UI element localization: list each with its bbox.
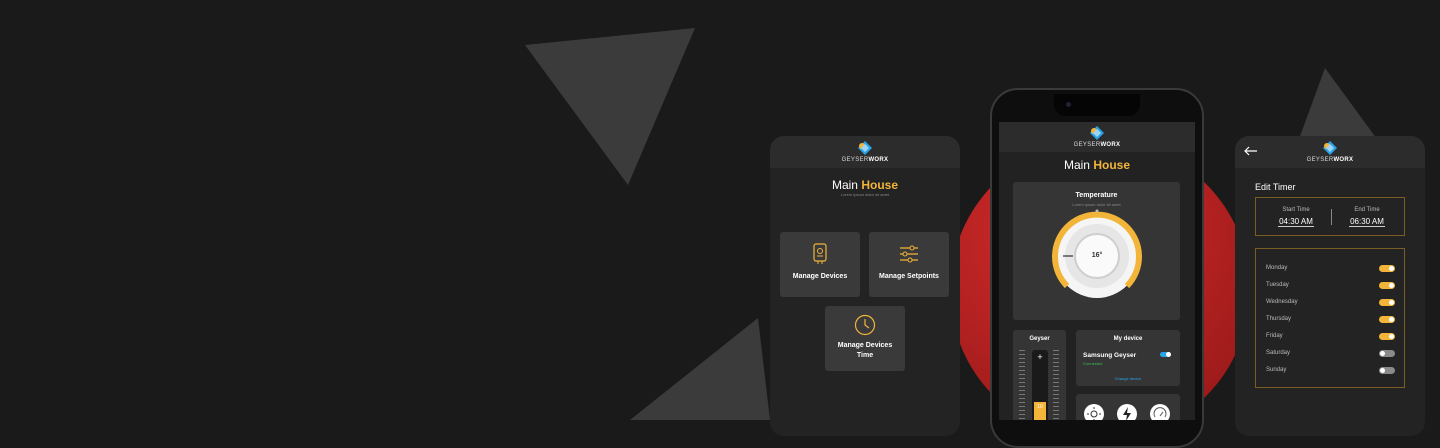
toggle-knob (1389, 317, 1394, 322)
toggle-knob (1380, 368, 1385, 373)
toggle-knob (1166, 352, 1171, 357)
change-device-link[interactable]: Change device (1076, 376, 1180, 381)
manage-setpoints-card[interactable]: Manage Setpoints (869, 232, 949, 297)
page-subtitle: Lorem ipsum dolor sit amet (840, 192, 890, 197)
day-label: Friday (1266, 333, 1283, 339)
logo-text-light: GEYSER (1073, 142, 1101, 148)
title-main: Main (1063, 158, 1090, 172)
manage-devices-time-label-1: Manage Devices (837, 342, 893, 349)
manage-devices-label: Manage Devices (792, 273, 848, 280)
quick-actions-panel (1076, 394, 1180, 420)
day-toggle[interactable] (1379, 316, 1395, 323)
temperature-value: 16° (1091, 252, 1103, 259)
logo-text-light: GEYSER (841, 157, 869, 163)
toggle-knob (1389, 334, 1394, 339)
device-name: Samsung Geyser (1083, 352, 1137, 359)
water-heater-icon (813, 243, 827, 264)
geyser-plus-button[interactable]: + (1032, 352, 1048, 362)
day-label: Wednesday (1266, 299, 1298, 305)
logo-text-bold: WORX (1333, 157, 1354, 163)
logo-text-bold: WORX (1100, 142, 1121, 148)
day-label: Sunday (1266, 367, 1287, 373)
day-toggle[interactable] (1379, 367, 1395, 374)
right-phone-screen: GEYSERWORX Edit Timer Start Time 04:30 A… (1235, 136, 1425, 436)
app-logo: GEYSERWORX (999, 125, 1195, 148)
sun-icon (1087, 407, 1101, 420)
my-device-panel: My device Samsung Geyser Connected Chang… (1076, 330, 1180, 386)
device-status: Connected (1083, 361, 1103, 366)
end-time-label: End Time (1354, 207, 1380, 213)
my-device-label: My device (1113, 336, 1143, 342)
background-triangle-bottom (630, 318, 770, 420)
toggle-knob (1380, 351, 1385, 356)
manage-setpoints-label: Manage Setpoints (879, 273, 939, 280)
time-range-box: Start Time 04:30 AM End Time 06:30 AM (1255, 197, 1405, 236)
manage-devices-time-label-2: Time (856, 352, 874, 359)
lightning-icon (1123, 407, 1131, 420)
start-time-text: 04:30 AM (1278, 217, 1314, 227)
end-time-value[interactable]: 06:30 AM (1337, 217, 1397, 227)
temperature-subtitle: Lorem ipsum dolor sit amet (1072, 202, 1121, 207)
geyser-scale-right (1053, 350, 1059, 420)
day-label: Monday (1266, 265, 1288, 271)
device-toggle[interactable] (1160, 352, 1171, 357)
gauge-icon (1153, 407, 1167, 418)
sliders-icon (900, 245, 918, 263)
start-time-label: Start Time (1282, 207, 1310, 213)
start-time-value[interactable]: 04:30 AM (1266, 217, 1326, 227)
gauge-button[interactable] (1150, 404, 1170, 420)
logo-icon (858, 141, 872, 155)
app-logo: GEYSERWORX (1235, 140, 1425, 163)
left-phone-screen: GEYSERWORX Main House Lorem ipsum dolor … (770, 136, 960, 436)
day-label: Tuesday (1266, 282, 1289, 288)
logo-text-bold: WORX (868, 157, 889, 163)
geyser-panel: Geyser + 10 (1013, 330, 1066, 420)
day-toggle[interactable] (1379, 282, 1395, 289)
camera-dot (1066, 102, 1071, 107)
phone-notch (1054, 94, 1140, 116)
center-phone-screen: GEYSERWORX Main House Temperature Lorem … (999, 122, 1195, 420)
time-divider (1331, 209, 1332, 225)
background-triangle-top (525, 28, 695, 185)
geyser-slider-track[interactable]: + 10 (1032, 350, 1048, 420)
logo-icon (1323, 141, 1337, 155)
edit-timer-heading: Edit Timer (1255, 182, 1296, 192)
day-label: Thursday (1266, 316, 1292, 322)
power-button[interactable] (1117, 404, 1137, 420)
page-title: Main House (999, 158, 1195, 172)
page-title: Main House (770, 178, 960, 192)
logo-icon (1090, 126, 1104, 140)
geyser-level-value: 10 (1037, 404, 1043, 410)
manage-devices-time-card[interactable]: Manage Devices Time (825, 306, 905, 371)
end-time-text: 06:30 AM (1349, 217, 1385, 227)
toggle-knob (1389, 283, 1394, 288)
day-label: Saturday (1266, 350, 1291, 356)
title-accent: House (861, 178, 899, 192)
days-box: Monday Tuesday Wednesday Thursday Friday… (1255, 248, 1405, 388)
title-accent: House (1093, 158, 1131, 172)
day-toggle[interactable] (1379, 265, 1395, 272)
app-logo: GEYSERWORX (770, 140, 960, 163)
toggle-knob (1389, 300, 1394, 305)
temperature-panel: Temperature Lorem ipsum dolor sit amet 1… (1013, 182, 1180, 320)
day-toggle[interactable] (1379, 299, 1395, 306)
day-toggle[interactable] (1379, 350, 1395, 357)
toggle-knob (1389, 266, 1394, 271)
title-main: Main (831, 178, 858, 192)
clock-icon (854, 314, 876, 336)
sun-button[interactable] (1084, 404, 1104, 420)
geyser-scale-left (1019, 350, 1025, 420)
logo-text-light: GEYSER (1306, 157, 1334, 163)
manage-devices-card[interactable]: Manage Devices (780, 232, 860, 297)
temperature-label: Temperature (1075, 192, 1118, 199)
geyser-label: Geyser (1029, 336, 1050, 342)
day-toggle[interactable] (1379, 333, 1395, 340)
